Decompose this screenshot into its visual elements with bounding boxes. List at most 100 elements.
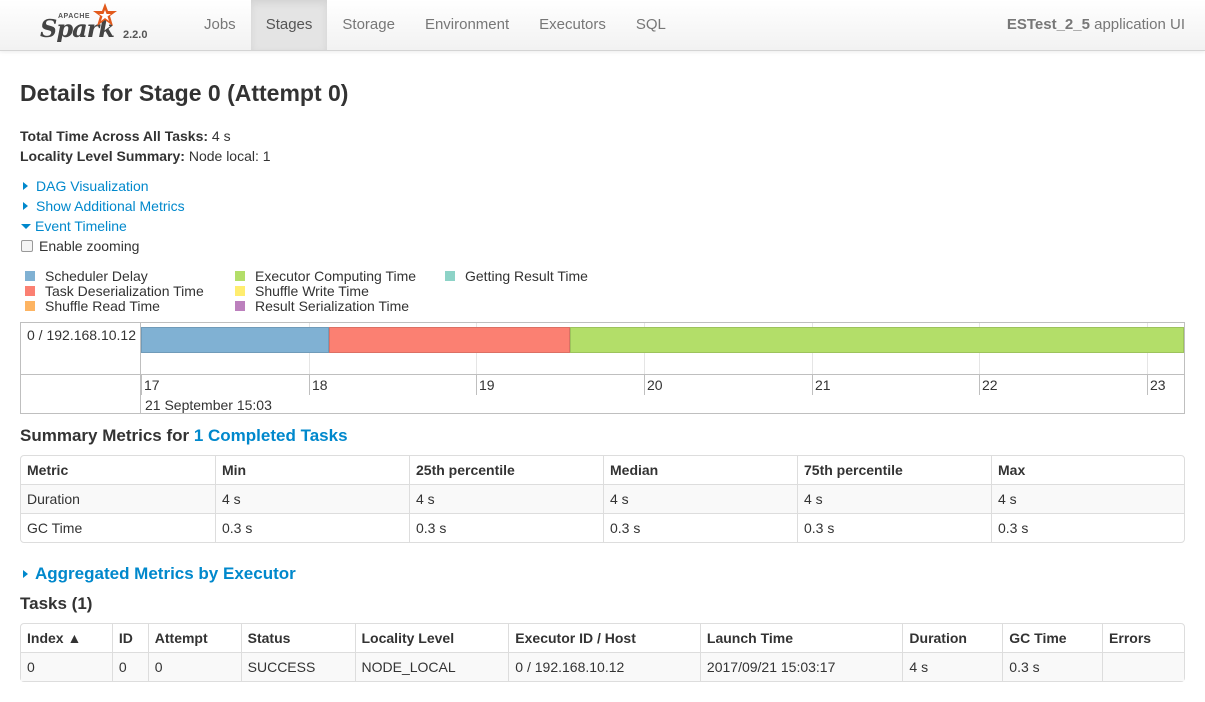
- tab-executors[interactable]: Executors: [524, 0, 621, 50]
- tab-jobs[interactable]: Jobs: [189, 0, 251, 50]
- additional-metrics-label: Show Additional Metrics: [36, 198, 185, 214]
- legend-label: Task Deserialization Time: [45, 283, 204, 299]
- additional-metrics-toggle[interactable]: Show Additional Metrics: [20, 198, 185, 214]
- table-cell: 0 / 192.168.10.12: [508, 652, 700, 681]
- table-cell: 4 s: [902, 652, 1003, 681]
- aggregated-metrics-link[interactable]: Aggregated Metrics by Executor: [35, 564, 296, 584]
- tab-sql[interactable]: SQL: [621, 0, 681, 50]
- timeline-plot[interactable]: 21 September 15:03 17 18 19 20 21 22 23: [141, 323, 1184, 413]
- total-time-line: Total Time Across All Tasks: 4 s: [20, 128, 231, 144]
- event-timeline-label: Event Timeline: [35, 218, 127, 234]
- dag-visualization-toggle[interactable]: DAG Visualization: [20, 178, 149, 194]
- table-cell: 0.3 s: [215, 513, 409, 542]
- caret-right-icon: [23, 570, 28, 578]
- table-cell: 0: [111, 652, 148, 681]
- column-header[interactable]: Errors: [1102, 624, 1184, 652]
- table-header-row: Metric Min 25th percentile Median 75th p…: [21, 456, 1184, 484]
- legend-scheduler-delay: Scheduler Delay: [25, 268, 148, 284]
- timeline-tick-label: 17: [144, 377, 160, 393]
- table-cell: 0.3 s: [409, 513, 603, 542]
- column-header[interactable]: ID: [111, 624, 148, 652]
- legend-label: Shuffle Write Time: [255, 283, 369, 299]
- column-header[interactable]: Metric: [21, 456, 215, 484]
- spark-version: 2.2.0: [123, 29, 148, 41]
- table-cell: 0: [21, 652, 112, 681]
- table-cell: 4 s: [603, 484, 797, 513]
- column-header-index[interactable]: Index ▲: [21, 624, 112, 652]
- legend-swatch: [25, 271, 35, 281]
- timeline-tick: [812, 375, 813, 395]
- legend-task-deserialization: Task Deserialization Time: [25, 283, 204, 299]
- table-cell: NODE_LOCAL: [354, 652, 509, 681]
- timeline-task-segment[interactable]: [570, 327, 1184, 353]
- column-header[interactable]: 75th percentile: [797, 456, 991, 484]
- table-cell: 4 s: [409, 484, 603, 513]
- tasks-heading: Tasks (1): [20, 594, 93, 613]
- table-header-row: Index ▲ ID Attempt Status Locality Level…: [21, 624, 1184, 652]
- legend-shuffle-write: Shuffle Write Time: [235, 283, 369, 299]
- total-time-label: Total Time Across All Tasks:: [20, 128, 209, 144]
- event-timeline[interactable]: 0 / 192.168.10.12 21 September 15:03 17 1…: [20, 322, 1185, 414]
- column-header[interactable]: Min: [215, 456, 409, 484]
- summary-metrics-prefix: Summary Metrics for: [20, 426, 194, 445]
- timeline-tick: [644, 375, 645, 395]
- table-cell: 0.3 s: [603, 513, 797, 542]
- timeline-tick-label: 18: [312, 377, 328, 393]
- spark-star-icon: [93, 3, 117, 26]
- legend-label: Getting Result Time: [465, 268, 588, 284]
- app-suffix: application UI: [1089, 16, 1185, 33]
- column-header[interactable]: 25th percentile: [409, 456, 603, 484]
- caret-right-icon: [23, 182, 28, 190]
- timeline-tick-label: 19: [479, 377, 495, 393]
- nav-tabs: Jobs Stages Storage Environment Executor…: [189, 0, 681, 50]
- timeline-row-label: 0 / 192.168.10.12: [27, 327, 136, 343]
- locality-summary-value: Node local: 1: [184, 148, 271, 164]
- column-header[interactable]: Locality Level: [354, 624, 509, 652]
- tasks-table: Index ▲ ID Attempt Status Locality Level…: [20, 623, 1185, 682]
- column-header[interactable]: Status: [240, 624, 355, 652]
- legend-swatch: [235, 271, 245, 281]
- legend-swatch: [25, 301, 35, 311]
- event-timeline-toggle[interactable]: Event Timeline: [20, 218, 127, 234]
- tab-stages[interactable]: Stages: [250, 0, 328, 50]
- legend-getting-result: Getting Result Time: [445, 268, 588, 284]
- table-cell: 4 s: [797, 484, 991, 513]
- legend-swatch: [445, 271, 455, 281]
- table-cell: 4 s: [215, 484, 409, 513]
- timeline-task-segment[interactable]: [141, 327, 329, 353]
- tab-storage[interactable]: Storage: [327, 0, 410, 50]
- caret-down-icon: [21, 223, 31, 229]
- aggregated-metrics-toggle[interactable]: Aggregated Metrics by Executor: [20, 564, 296, 584]
- timeline-axis-line: [141, 374, 1184, 375]
- table-cell: Duration: [21, 484, 215, 513]
- table-cell: SUCCESS: [240, 652, 355, 681]
- column-header[interactable]: Median: [603, 456, 797, 484]
- legend-swatch: [235, 301, 245, 311]
- dag-visualization-label: DAG Visualization: [36, 178, 149, 194]
- column-header[interactable]: Duration: [902, 624, 1002, 652]
- timeline-date-label: 21 September 15:03: [145, 397, 272, 413]
- completed-tasks-link[interactable]: 1 Completed Tasks: [194, 426, 348, 445]
- enable-zooming[interactable]: Enable zooming: [20, 238, 139, 254]
- timeline-row-label-cell: 0 / 192.168.10.12: [21, 323, 141, 375]
- enable-zooming-checkbox[interactable]: [21, 240, 33, 252]
- column-header[interactable]: Attempt: [147, 624, 241, 652]
- timeline-tick: [141, 375, 142, 395]
- summary-metrics-table: Metric Min 25th percentile Median 75th p…: [20, 455, 1185, 543]
- column-header[interactable]: GC Time: [1002, 624, 1102, 652]
- column-header[interactable]: Launch Time: [699, 624, 902, 652]
- app-title: ESTest_2_5 application UI: [1007, 0, 1185, 50]
- tab-environment[interactable]: Environment: [410, 0, 524, 50]
- timeline-tick-label: 20: [647, 377, 663, 393]
- locality-summary-label: Locality Level Summary:: [20, 148, 185, 164]
- timeline-task-segment[interactable]: [328, 327, 571, 353]
- table-row: 0 0 0 SUCCESS NODE_LOCAL 0 / 192.168.10.…: [21, 652, 1184, 681]
- column-header[interactable]: Max: [991, 456, 1184, 484]
- legend-shuffle-read: Shuffle Read Time: [25, 298, 160, 314]
- column-header[interactable]: Executor ID / Host: [508, 624, 700, 652]
- spark-logo[interactable]: APACHE Spark 2.2.0: [40, 2, 160, 48]
- navbar: APACHE Spark 2.2.0 Jobs Stages Storage E…: [0, 0, 1205, 51]
- legend-label: Executor Computing Time: [255, 268, 417, 284]
- legend-executor-computing: Executor Computing Time: [235, 268, 416, 284]
- timeline-tick-label: 22: [982, 377, 998, 393]
